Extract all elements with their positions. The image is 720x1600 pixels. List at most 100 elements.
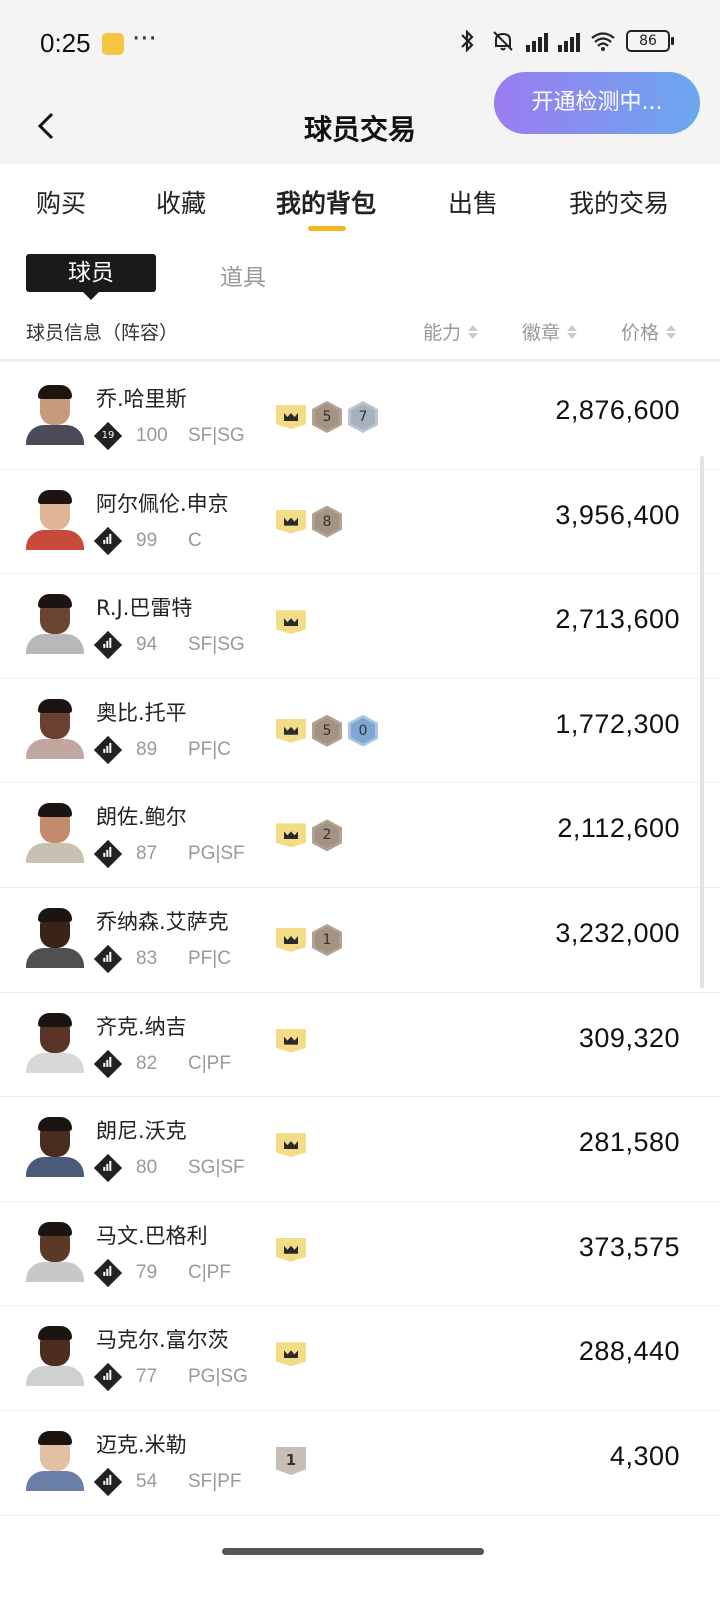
crown-icon	[276, 1133, 306, 1158]
player-row[interactable]: R.J.巴雷特 94 SF|SG 2,713,600	[0, 574, 720, 679]
player-name: 马文.巴格利	[96, 1223, 208, 1248]
home-indicator[interactable]	[222, 1548, 484, 1555]
player-row[interactable]: 齐克.纳吉 82 C|PF 309,320	[0, 993, 720, 1098]
player-row[interactable]: 阿尔佩伦.申京 99 C 8 3,956,400	[0, 470, 720, 575]
badges: 2	[276, 819, 342, 852]
player-rating: 100	[136, 425, 168, 446]
badge-count: 1	[322, 931, 332, 948]
player-position: SG|SF	[188, 1157, 245, 1179]
player-price: 2,112,600	[557, 813, 680, 844]
crown-icon	[276, 509, 306, 534]
subtab-items[interactable]: 道具	[220, 258, 266, 292]
crown-icon	[276, 823, 306, 848]
rank-diamond-icon	[93, 1363, 123, 1392]
sort-arrows-icon	[468, 324, 479, 339]
signal-hd-icon	[526, 30, 548, 52]
tab-my-trades[interactable]: 我的交易	[569, 184, 669, 220]
rank-diamond-icon	[93, 1467, 123, 1497]
badge-count: 2	[322, 827, 332, 844]
avatar	[26, 488, 84, 550]
badges: 1	[276, 1446, 306, 1475]
player-row[interactable]: 朗佐.鲍尔 87 PG|SF 2 2,112,600	[0, 783, 720, 888]
main-tabs: 购买 收藏 我的背包 出售 我的交易	[0, 164, 720, 240]
avatar	[26, 801, 84, 864]
badges: 1	[276, 923, 342, 956]
player-price: 373,575	[578, 1231, 680, 1262]
player-row[interactable]: 乔纳森.艾萨克 83 PF|C 1 3,232,000	[0, 888, 720, 993]
player-name: 齐克.纳吉	[96, 1014, 187, 1039]
rank-diamond-icon	[93, 1258, 123, 1287]
player-name: 马克尔.富尔茨	[96, 1328, 229, 1353]
player-row[interactable]: 乔.哈里斯 19 100 SF|SG 57 2,876,600	[0, 365, 720, 470]
player-name: 奥比.托平	[96, 700, 187, 725]
rank-diamond-icon	[93, 1154, 123, 1183]
player-row[interactable]: 马克尔.富尔茨 77 PG|SG 288,440	[0, 1306, 720, 1411]
badges	[276, 1237, 306, 1262]
sort-badge[interactable]: 徽章	[522, 318, 578, 345]
player-rating: 83	[136, 947, 158, 969]
player-meta: 87 PG|SF	[93, 840, 245, 869]
player-list: 乔.哈里斯 19 100 SF|SG 57 2,876,600 阿尔佩伦.申京 …	[0, 365, 720, 1516]
crown-icon	[276, 1237, 306, 1262]
player-meta: 19 100 SF|SG	[93, 421, 245, 451]
rank-diamond-icon	[93, 1049, 123, 1078]
tab-sell[interactable]: 出售	[448, 184, 498, 220]
sort-price[interactable]: 价格	[621, 318, 677, 345]
player-position: SF|SG	[188, 634, 245, 656]
mute-icon	[493, 31, 513, 51]
player-name: 阿尔佩伦.申京	[96, 491, 229, 516]
player-name: 朗尼.沃克	[96, 1119, 187, 1144]
player-position: SF|SG	[188, 425, 245, 446]
badges	[276, 1342, 306, 1367]
player-name: 乔.哈里斯	[96, 387, 187, 411]
app-notification-icon	[102, 33, 124, 55]
badge-count: 0	[358, 722, 368, 739]
player-price: 1,772,300	[555, 708, 680, 739]
player-price: 288,440	[578, 1336, 680, 1367]
player-name: R.J.巴雷特	[96, 596, 193, 621]
player-meta: 82 C|PF	[93, 1049, 231, 1078]
player-price: 3,956,400	[555, 499, 680, 530]
sort-ability[interactable]: 能力	[423, 318, 479, 345]
badges: 50	[276, 714, 378, 747]
player-position: C|PF	[188, 1052, 231, 1074]
player-row[interactable]: 迈克.米勒 54 SF|PF 1 4,300	[0, 1411, 720, 1516]
tab-buy[interactable]: 购买	[36, 184, 86, 220]
sort-badge-label: 徽章	[522, 322, 561, 344]
bars-icon	[103, 847, 112, 858]
player-position: PG|SG	[188, 1366, 248, 1388]
avatar	[26, 1429, 84, 1491]
player-rating: 89	[136, 738, 158, 760]
scrollbar[interactable]	[700, 456, 704, 988]
active-tab-indicator	[308, 226, 346, 231]
rank-diamond-icon	[93, 944, 123, 974]
avatar	[26, 906, 84, 968]
sub-tabs: 球员 道具	[0, 240, 720, 302]
crown-icon	[276, 405, 306, 429]
player-row[interactable]: 奥比.托平 89 PF|C 50 1,772,300	[0, 679, 720, 784]
crown-icon	[276, 1342, 306, 1367]
player-rating: 54	[136, 1470, 158, 1492]
badges: 57	[276, 401, 378, 433]
tab-favorites[interactable]: 收藏	[156, 184, 206, 220]
player-price: 309,320	[578, 1022, 680, 1053]
sort-price-label: 价格	[621, 322, 660, 344]
tab-my-backpack[interactable]: 我的背包	[276, 184, 376, 220]
rank-badge-number: 1	[285, 1450, 297, 1469]
bars-icon	[103, 1370, 112, 1381]
signal-icon	[558, 30, 580, 52]
player-meta: 80 SG|SF	[93, 1154, 245, 1183]
check-status-button[interactable]: 开通检测中...	[494, 72, 700, 134]
avatar	[26, 1011, 84, 1073]
badges	[276, 1133, 306, 1158]
bars-icon	[103, 1161, 112, 1172]
badges: 8	[276, 505, 342, 538]
status-time: 0:25	[40, 28, 91, 58]
badge-count: 5	[322, 409, 332, 425]
subtab-players[interactable]: 球员	[26, 254, 156, 300]
crown-icon	[276, 610, 306, 635]
player-position: PG|SF	[188, 843, 245, 865]
player-row[interactable]: 马文.巴格利 79 C|PF 373,575	[0, 1202, 720, 1307]
badges	[276, 1028, 306, 1053]
player-row[interactable]: 朗尼.沃克 80 SG|SF 281,580	[0, 1097, 720, 1202]
